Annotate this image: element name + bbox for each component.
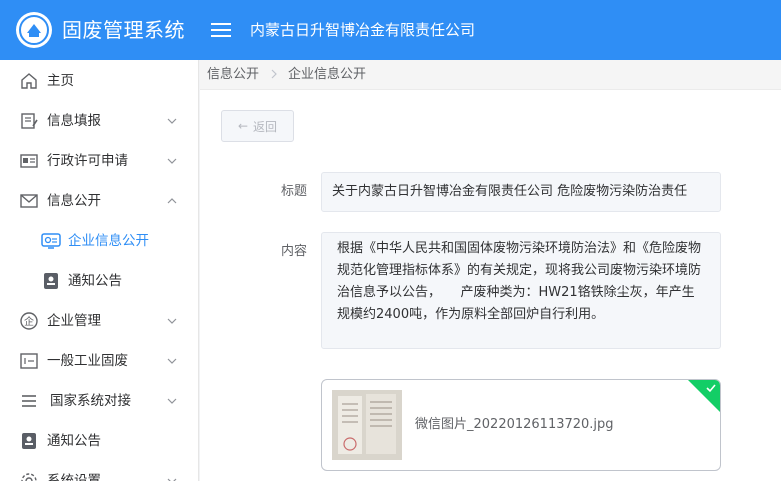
chevron-right-icon <box>271 69 277 79</box>
sidebar-item-notice[interactable]: 通知公告 <box>0 261 198 301</box>
title-field[interactable]: 关于内蒙古日升智博冶金有限责任公司 危险废物污染防治责任 <box>321 172 721 212</box>
app-title: 固废管理系统 <box>62 18 185 42</box>
sidebar: 主页 信息填报 行政许可申请 信息公开 企业信息公开 通知公告 企 企业管理 一… <box>0 60 199 481</box>
arrow-left-icon: ← <box>237 119 249 133</box>
waste-icon <box>20 353 38 369</box>
content-label: 内容 <box>281 244 308 259</box>
chevron-down-icon <box>167 318 177 324</box>
mail-icon <box>20 194 38 208</box>
sidebar-item-label: 企业信息公开 <box>68 233 149 249</box>
attachment-thumbnail[interactable] <box>332 390 402 460</box>
enterprise-icon: 企 <box>20 312 38 330</box>
notice-icon <box>44 273 58 289</box>
chevron-up-icon <box>167 198 177 204</box>
sidebar-item-info-fill[interactable]: 信息填报 <box>0 101 198 141</box>
notice-icon <box>22 433 36 449</box>
sidebar-item-label: 主页 <box>47 73 74 89</box>
breadcrumb: 信息公开 企业信息公开 <box>200 60 781 90</box>
monitor-icon <box>41 233 61 249</box>
main-content: ← 返回 标题 关于内蒙古日升智博冶金有限责任公司 危险废物污染防治责任 内容 … <box>200 90 781 481</box>
back-button-label: 返回 <box>253 119 278 134</box>
home-icon <box>21 73 37 89</box>
sidebar-item-label: 通知公告 <box>47 433 101 449</box>
sidebar-item-industrial-waste[interactable]: 一般工业固废 <box>0 341 198 381</box>
id-card-icon <box>20 154 38 168</box>
sidebar-item-home[interactable]: 主页 <box>0 61 198 101</box>
edit-icon <box>21 113 38 129</box>
logo-icon <box>16 12 52 48</box>
gear-icon <box>21 473 37 481</box>
chevron-down-icon <box>167 478 177 481</box>
sidebar-item-label: 一般工业固废 <box>47 353 128 369</box>
sidebar-item-label: 通知公告 <box>68 273 122 289</box>
sidebar-item-label: 信息公开 <box>47 193 101 209</box>
chevron-down-icon <box>167 118 177 124</box>
title-label: 标题 <box>281 184 308 199</box>
sidebar-item-label: 企业管理 <box>47 313 101 329</box>
sidebar-item-label: 国家系统对接 <box>50 393 131 409</box>
sidebar-item-label: 系统设置 <box>47 473 101 481</box>
chevron-down-icon <box>167 358 177 364</box>
sidebar-item-settings[interactable]: 系统设置 <box>0 461 198 481</box>
sidebar-item-label: 信息填报 <box>47 113 101 129</box>
attachment-file-name[interactable]: 微信图片_20220126113720.jpg <box>415 416 614 434</box>
sidebar-item-permit[interactable]: 行政许可申请 <box>0 141 198 181</box>
back-button[interactable]: ← 返回 <box>221 110 294 142</box>
sidebar-item-enterprise-info[interactable]: 企业信息公开 <box>0 221 198 261</box>
sidebar-item-label: 行政许可申请 <box>47 153 128 169</box>
breadcrumb-item-info-public[interactable]: 信息公开 <box>207 67 259 83</box>
sidebar-item-notice-2[interactable]: 通知公告 <box>0 421 198 461</box>
content-field[interactable]: 根据《中华人民共和国固体废物污染环境防治法》和《危险废物规范化管理指标体系》的有… <box>321 232 721 349</box>
sidebar-item-enterprise-mgmt[interactable]: 企 企业管理 <box>0 301 198 341</box>
check-icon <box>706 384 716 393</box>
menu-toggle-icon[interactable] <box>211 19 231 41</box>
chevron-down-icon <box>167 398 177 404</box>
svg-text:企: 企 <box>24 315 34 328</box>
attachment-card[interactable]: 微信图片_20220126113720.jpg <box>321 379 721 471</box>
list-icon <box>22 395 36 407</box>
company-name: 内蒙古日升智博冶金有限责任公司 <box>250 21 476 39</box>
breadcrumb-item-enterprise-info: 企业信息公开 <box>288 67 367 82</box>
top-bar: 固废管理系统 内蒙古日升智博冶金有限责任公司 <box>0 0 781 60</box>
sidebar-item-info-public[interactable]: 信息公开 <box>0 181 198 221</box>
chevron-down-icon <box>167 158 177 164</box>
sidebar-item-national-system[interactable]: 国家系统对接 <box>0 381 198 421</box>
